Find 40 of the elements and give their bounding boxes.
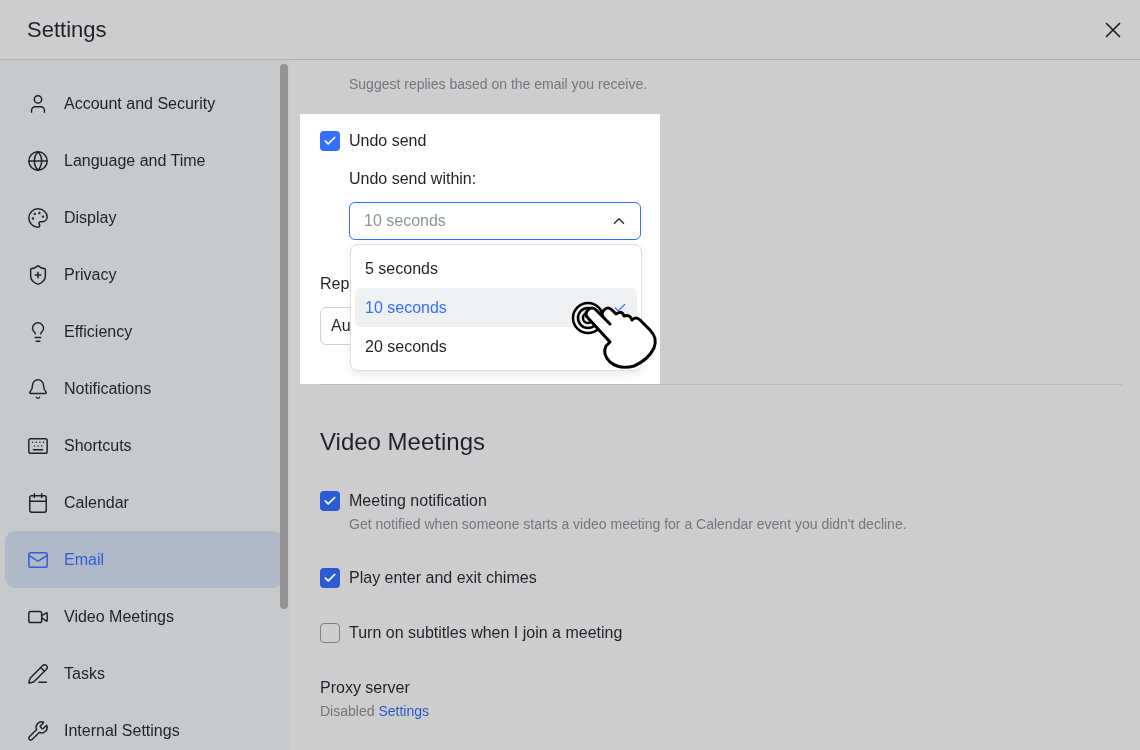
shield-icon — [27, 263, 49, 286]
hint-text: Suggest replies based on the email you receive. — [349, 75, 649, 94]
sidebar-item[interactable]: Shortcuts — [5, 417, 283, 474]
checkbox-label: Meeting notification — [349, 491, 487, 511]
settings-link[interactable]: Settings — [378, 703, 429, 719]
bell-icon — [27, 377, 49, 400]
checkbox[interactable] — [320, 491, 340, 511]
window-title: Settings — [27, 16, 107, 43]
pencil-icon — [27, 662, 49, 685]
option-description: Get notified when someone starts a video meeting for a Calendar event you didn't decline. — [349, 515, 908, 534]
check-icon — [323, 571, 337, 585]
checkbox-label: Undo send — [349, 131, 427, 151]
checkbox[interactable] — [320, 131, 340, 151]
field-label: Undo send within: — [349, 169, 478, 189]
globe-icon — [27, 149, 49, 172]
sidebar-item[interactable]: Calendar — [5, 474, 283, 531]
check-icon — [323, 494, 337, 508]
sidebar-item[interactable]: Efficiency — [5, 303, 283, 360]
dropdown-option[interactable]: 5 seconds — [355, 249, 637, 288]
proxy-status: Disabled Settings — [320, 702, 430, 721]
sidebar-item[interactable]: Internal Settings — [5, 702, 283, 750]
checkbox[interactable] — [320, 623, 340, 643]
palette-icon — [27, 206, 49, 229]
sidebar-item[interactable]: Display — [5, 189, 283, 246]
calendar-icon — [27, 491, 49, 514]
checkbox[interactable] — [320, 568, 340, 588]
sidebar-item[interactable]: Privacy — [5, 246, 283, 303]
check-icon — [323, 134, 337, 148]
sidebar-item[interactable]: Account and Security — [5, 75, 283, 132]
sidebar-item[interactable]: Tasks — [5, 645, 283, 702]
checkbox-label: Turn on subtitles when I join a meeting — [349, 623, 623, 643]
checkbox-label: Play enter and exit chimes — [349, 568, 537, 588]
sidebar-item[interactable]: Video Meetings — [5, 588, 283, 645]
sidebar-item[interactable]: Language and Time — [5, 132, 283, 189]
setting-label: Proxy server — [320, 678, 411, 698]
section-title: Video Meetings — [320, 427, 486, 457]
field-label: Rep — [320, 274, 349, 294]
wrench-icon — [27, 719, 49, 742]
scrollbar-thumb[interactable] — [280, 64, 288, 609]
sidebar-item[interactable]: Notifications — [5, 360, 283, 417]
